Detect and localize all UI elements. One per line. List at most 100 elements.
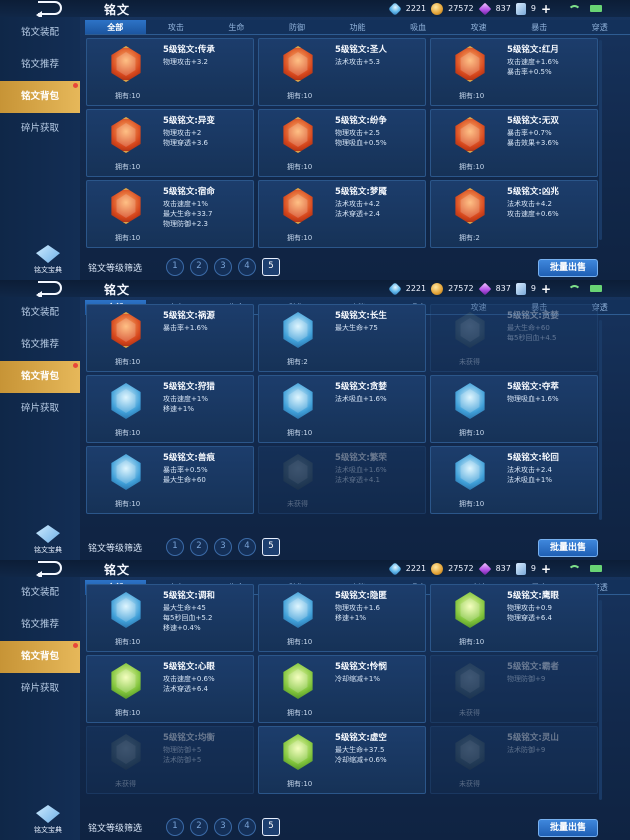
inscription-card[interactable]: 5级铭文:贪婪 法术吸血+1.6% 拥有:10	[258, 375, 426, 443]
tab-2[interactable]: 攻击	[146, 20, 207, 34]
inscription-card[interactable]: 5级铭文:宿命 攻击速度+1% 最大生命+33.7 物理防御+2.3 拥有:10	[86, 180, 254, 248]
inscription-gem-icon	[283, 383, 313, 419]
inscription-gem-icon	[455, 117, 485, 153]
back-button[interactable]	[0, 560, 70, 579]
batch-sell-button[interactable]: 批量出售	[538, 819, 598, 837]
add-currency-icon[interactable]: +	[541, 3, 551, 15]
inscription-card[interactable]: 5级铭文:长生 最大生命+75 拥有:2	[258, 304, 426, 372]
level-filter-4[interactable]: 4	[238, 818, 256, 836]
inscription-name: 5级铭文:繁荣	[335, 453, 387, 463]
sidebar-item-2[interactable]: 铭文推荐	[0, 49, 80, 81]
level-filter-2[interactable]: 2	[190, 538, 208, 556]
tab-6[interactable]: 吸血	[388, 20, 449, 34]
inscription-dictionary-button[interactable]: 铭文宝典	[22, 805, 74, 835]
inscription-name: 5级铭文:隐匿	[335, 591, 387, 601]
inscription-card[interactable]: 5级铭文:怜悯 冷却缩减+1% 拥有:10	[258, 655, 426, 723]
tab-9[interactable]: 穿透	[570, 20, 630, 34]
inscription-card[interactable]: 5级铭文:虚空 最大生命+37.5 冷却缩减+0.6% 拥有:10	[258, 726, 426, 794]
batch-sell-button[interactable]: 批量出售	[538, 259, 598, 277]
inscription-card[interactable]: 5级铭文:繁荣 法术吸血+1.6% 法术穿透+4.1 未获得	[258, 446, 426, 514]
sidebar-item-1[interactable]: 铭文装配	[0, 577, 80, 609]
tab-1[interactable]: 全部	[85, 20, 146, 34]
attribute-line: 暴击率+0.5%	[163, 466, 208, 474]
inscription-attributes: 暴击率+0.7% 暴击效果+3.6%	[507, 128, 559, 148]
ticket-icon	[515, 2, 526, 15]
level-filter-2[interactable]: 2	[190, 818, 208, 836]
inscription-card[interactable]: 5级铭文:传承 物理攻击+3.2 拥有:10	[86, 38, 254, 106]
owned-count: 拥有:10	[287, 709, 313, 717]
sidebar-item-1[interactable]: 铭文装配	[0, 297, 80, 329]
inscription-card[interactable]: 5级铭文:异变 物理攻击+2 物理穿透+3.6 拥有:10	[86, 109, 254, 177]
inscription-gem-icon	[283, 312, 313, 348]
inscription-card[interactable]: 5级铭文:红月 攻击速度+1.6% 暴击率+0.5% 拥有:10	[430, 38, 598, 106]
inscription-attributes: 攻击速度+0.6% 法术穿透+6.4	[163, 674, 215, 694]
sidebar-item-3[interactable]: 铭文背包	[0, 361, 80, 393]
add-currency-icon[interactable]: +	[541, 563, 551, 575]
inscription-card[interactable]: 5级铭文:凶兆 法术攻击+4.2 攻击速度+0.6% 拥有:2	[430, 180, 598, 248]
dictionary-book-icon	[36, 245, 60, 263]
inscription-card[interactable]: 5级铭文:纷争 物理攻击+2.5 物理吸血+0.5% 拥有:10	[258, 109, 426, 177]
inscription-card[interactable]: 5级铭文:轮回 法术攻击+2.4 法术吸血+1% 拥有:10	[430, 446, 598, 514]
inscription-dictionary-button[interactable]: 铭文宝典	[22, 525, 74, 555]
inscription-gem-icon	[283, 46, 313, 82]
batch-sell-button[interactable]: 批量出售	[538, 539, 598, 557]
back-button[interactable]	[0, 0, 70, 19]
level-filter-3[interactable]: 3	[214, 538, 232, 556]
level-filter-1[interactable]: 1	[166, 818, 184, 836]
inscription-card[interactable]: 5级铭文:夺萃 物理吸血+1.6% 拥有:10	[430, 375, 598, 443]
inscription-card[interactable]: 5级铭文:均衡 物理防御+5 法术防御+5 未获得	[86, 726, 254, 794]
tab-7[interactable]: 攻速	[448, 20, 509, 34]
inscription-attributes: 攻击速度+1% 最大生命+33.7 物理防御+2.3	[163, 199, 212, 229]
add-currency-icon[interactable]: +	[541, 283, 551, 295]
inscription-card[interactable]: 5级铭文:调和 最大生命+45 每5秒回血+5.2 移速+0.4% 拥有:10	[86, 584, 254, 652]
tab-8[interactable]: 暴击	[509, 20, 570, 34]
inscription-card[interactable]: 5级铭文:贪婪 最大生命+60 每5秒回血+4.5 未获得	[430, 304, 598, 372]
inscription-gem-icon	[455, 734, 485, 770]
inscription-card[interactable]: 5级铭文:隐匿 物理攻击+1.6 移速+1% 拥有:10	[258, 584, 426, 652]
inscription-dictionary-button[interactable]: 铭文宝典	[22, 245, 74, 275]
sidebar-item-2[interactable]: 铭文推荐	[0, 609, 80, 641]
inscription-card[interactable]: 5级铭文:灵山 法术防御+9 未获得	[430, 726, 598, 794]
level-filter-5[interactable]: 5	[262, 818, 280, 836]
sidebar-item-1[interactable]: 铭文装配	[0, 17, 80, 49]
inscription-card[interactable]: 5级铭文:狩猎 攻击速度+1% 移速+1% 拥有:10	[86, 375, 254, 443]
level-filter-4[interactable]: 4	[238, 258, 256, 276]
top-bar: 铭文 2221 27572 837 9 +	[0, 280, 630, 299]
attribute-line: 最大生命+60	[507, 324, 550, 332]
inscription-card[interactable]: 5级铭文:无双 暴击率+0.7% 暴击效果+3.6% 拥有:10	[430, 109, 598, 177]
inscription-card[interactable]: 5级铭文:鹰眼 物理攻击+0.9 物理穿透+6.4 拥有:10	[430, 584, 598, 652]
tab-4[interactable]: 防御	[267, 20, 328, 34]
inscription-gem-icon	[111, 312, 141, 348]
level-filter-5[interactable]: 5	[262, 258, 280, 276]
level-filter-label: 铭文等级筛选	[88, 264, 143, 274]
scrollbar[interactable]	[599, 600, 602, 800]
level-filter-2[interactable]: 2	[190, 258, 208, 276]
inscription-card[interactable]: 5级铭文:兽痕 暴击率+0.5% 最大生命+60 拥有:10	[86, 446, 254, 514]
scrollbar[interactable]	[599, 40, 602, 240]
inscription-card[interactable]: 5级铭文:心眼 攻击速度+0.6% 法术穿透+6.4 拥有:10	[86, 655, 254, 723]
level-filter-4[interactable]: 4	[238, 538, 256, 556]
level-filter-1[interactable]: 1	[166, 538, 184, 556]
inscription-card[interactable]: 5级铭文:祸源 暴击率+1.6% 拥有:10	[86, 304, 254, 372]
sidebar-item-3[interactable]: 铭文背包	[0, 81, 80, 113]
level-filter-1[interactable]: 1	[166, 258, 184, 276]
level-filter-3[interactable]: 3	[214, 258, 232, 276]
inscription-card[interactable]: 5级铭文:圣人 法术攻击+5.3 拥有:10	[258, 38, 426, 106]
attribute-line: 暴击率+0.5%	[507, 68, 552, 76]
scrollbar[interactable]	[599, 320, 602, 520]
sidebar-item-2[interactable]: 铭文推荐	[0, 329, 80, 361]
sidebar-item-3[interactable]: 铭文背包	[0, 641, 80, 673]
sidebar-item-4[interactable]: 碎片获取	[0, 393, 80, 425]
back-button[interactable]	[0, 280, 70, 299]
dictionary-label: 铭文宝典	[34, 826, 62, 834]
level-filter-3[interactable]: 3	[214, 818, 232, 836]
tab-5[interactable]: 功能	[327, 20, 388, 34]
level-filter-5[interactable]: 5	[262, 538, 280, 556]
attribute-line: 最大生命+75	[335, 324, 378, 332]
sidebar-item-4[interactable]: 碎片获取	[0, 673, 80, 705]
battery-icon	[590, 5, 602, 12]
inscription-card[interactable]: 5级铭文:霸者 物理防御+9 未获得	[430, 655, 598, 723]
sidebar-item-4[interactable]: 碎片获取	[0, 113, 80, 145]
inscription-card[interactable]: 5级铭文:梦魇 法术攻击+4.2 法术穿透+2.4 拥有:10	[258, 180, 426, 248]
tab-3[interactable]: 生命	[206, 20, 267, 34]
